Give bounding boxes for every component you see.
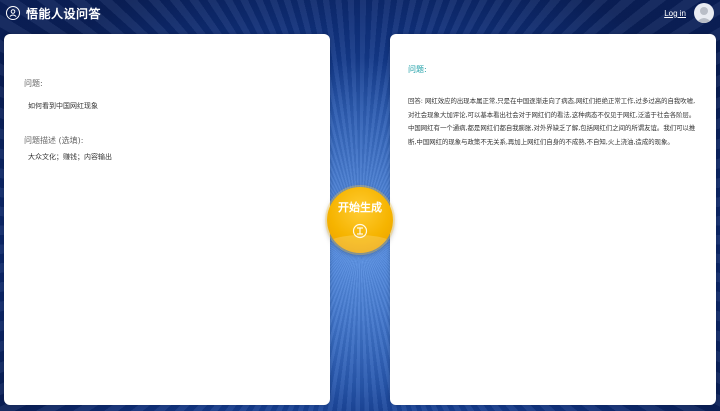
top-bar: 悟能人设问答 Log in [0, 0, 720, 26]
person-circle-icon [6, 6, 20, 20]
question-label: 问题: [24, 79, 43, 88]
answer-title: 问题: [408, 65, 427, 74]
description-input[interactable]: 大众文化；赚钱；内容输出 [24, 152, 310, 162]
brand: 悟能人设问答 [6, 5, 101, 22]
description-label: 问题描述 (选填): [24, 136, 84, 145]
user-avatar-icon[interactable] [694, 3, 714, 23]
question-input[interactable]: 如何看到中国网红现象 [24, 101, 310, 111]
answer-panel: 问题: 回答: 网红效应的出现本属正常,只是在中国逐渐走向了病态,网红们拒绝正常… [390, 34, 716, 405]
start-generate-label: 开始生成 [338, 201, 382, 214]
question-panel: 问题: 如何看到中国网红现象 问题描述 (选填): 大众文化；赚钱；内容输出 [4, 34, 330, 405]
app-title: 悟能人设问答 [26, 6, 102, 21]
login-link[interactable]: Log in [664, 9, 686, 18]
wu-logo-icon [352, 223, 368, 243]
answer-text: 回答: 网红效应的出现本属正常,只是在中国逐渐走向了病态,网红们拒绝正常工作,过… [408, 97, 696, 146]
start-generate-button[interactable]: 开始生成 [327, 187, 393, 253]
user-area: Log in [664, 3, 714, 23]
